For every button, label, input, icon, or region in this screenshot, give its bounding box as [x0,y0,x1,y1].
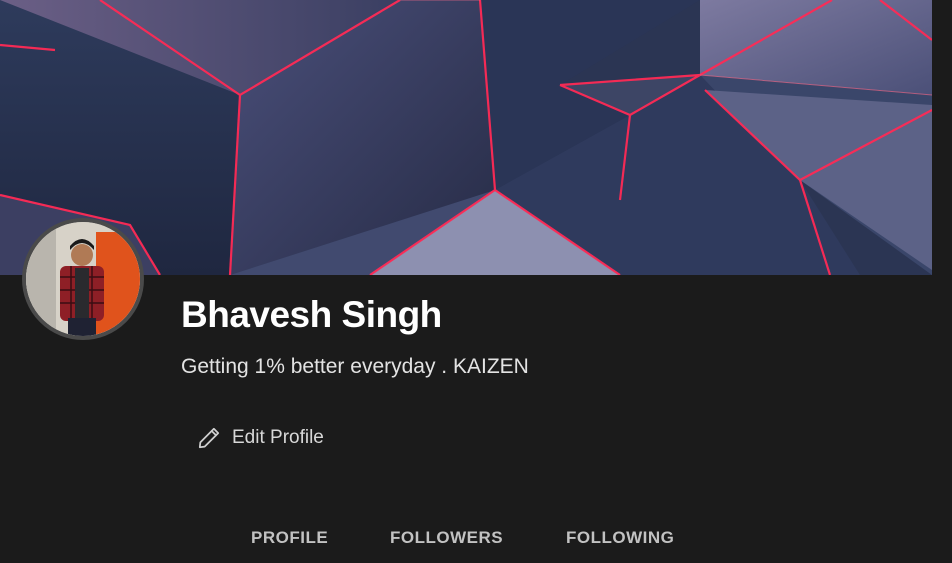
tab-profile[interactable]: PROFILE [251,528,328,548]
tab-following[interactable]: FOLLOWING [566,528,674,548]
cover-image [0,0,932,275]
pencil-icon [196,425,222,451]
edit-profile-button[interactable]: Edit Profile [190,418,330,458]
edit-profile-label: Edit Profile [232,427,324,448]
avatar[interactable] [22,218,144,340]
profile-page: Bhavesh Singh Getting 1% better everyday… [0,0,952,563]
profile-bio: Getting 1% better everyday . KAIZEN [181,355,529,378]
tab-followers[interactable]: FOLLOWERS [390,528,503,548]
profile-name: Bhavesh Singh [181,294,442,335]
scroll-gutter [932,0,952,563]
